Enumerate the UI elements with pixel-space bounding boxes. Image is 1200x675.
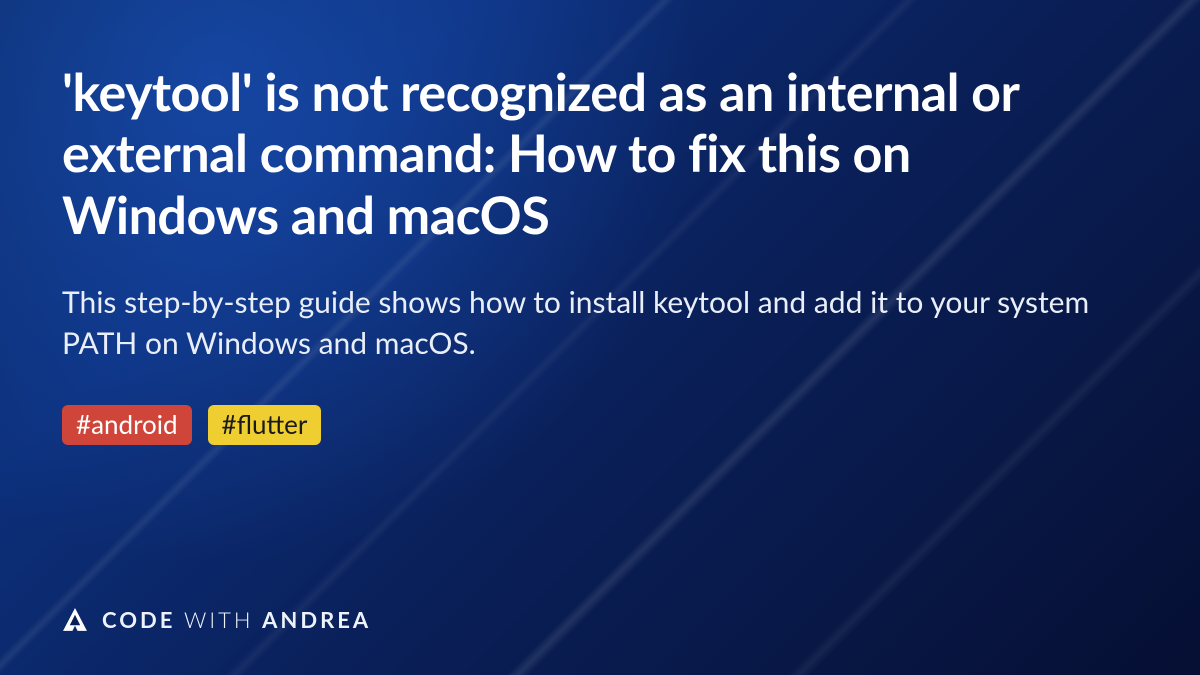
article-subtitle: This step-by-step guide shows how to ins… (62, 282, 1138, 365)
brand-logo-icon (62, 607, 88, 633)
tag-row: #android #flutter (62, 405, 1138, 445)
brand-word-code: CODE (102, 606, 175, 633)
brand-word-andrea: ANDREA (262, 606, 371, 633)
article-card: 'keytool' is not recognized as an intern… (0, 0, 1200, 675)
brand-word-with: WITH (184, 606, 253, 633)
content-block: 'keytool' is not recognized as an intern… (62, 62, 1138, 445)
brand-lockup: CODE WITH ANDREA (62, 606, 371, 633)
brand-text: CODE WITH ANDREA (102, 606, 371, 633)
article-title: 'keytool' is not recognized as an intern… (62, 62, 1138, 246)
tag-android[interactable]: #android (62, 405, 192, 445)
tag-flutter[interactable]: #flutter (208, 405, 322, 445)
